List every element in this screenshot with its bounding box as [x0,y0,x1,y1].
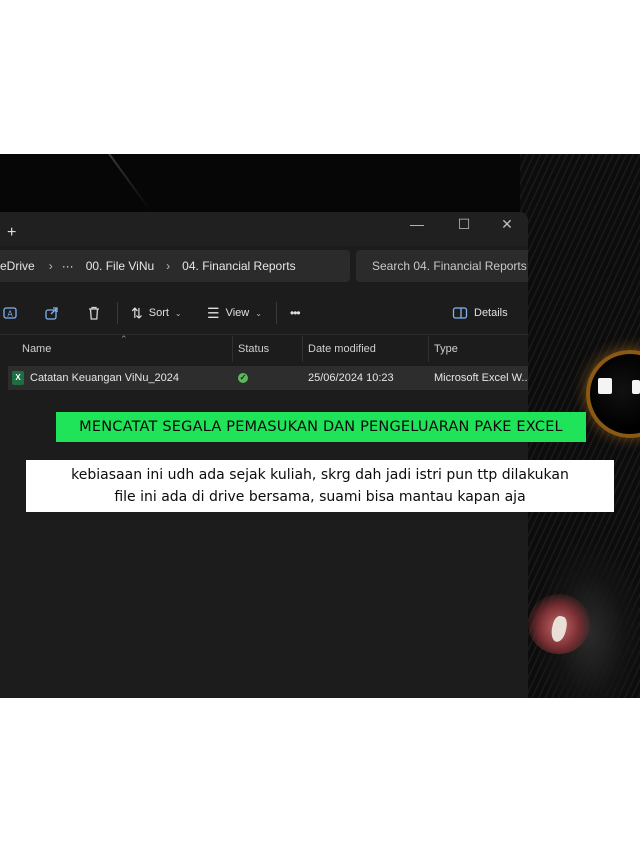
toolbar-divider [117,302,118,324]
breadcrumb-item[interactable]: eDrive [0,259,35,273]
cat-eye-glint [632,380,640,394]
chevron-right-icon: › [48,259,53,273]
title-bar: + — ☐ ✕ [0,212,528,246]
sort-ascending-icon: ⌃ [120,334,128,344]
column-header-date-modified[interactable]: Date modified [308,336,376,362]
sort-icon: ⇅ [131,304,143,321]
file-date-modified: 25/06/2024 10:23 [308,372,394,384]
file-type: Microsoft Excel W... [434,372,528,384]
sort-label: Sort [148,307,169,319]
more-options-button[interactable]: ••• [290,292,301,334]
details-pane-icon [452,307,468,319]
column-header-type[interactable]: Type [434,336,458,362]
address-bar: eDrive › ··· › 00. File ViNu › 04. Finan… [0,248,528,288]
new-tab-button[interactable]: + [7,224,16,242]
caption-line: kebiasaan ini udh ada sejak kuliah, skrg… [71,467,569,483]
details-label: Details [474,307,508,319]
rename-icon: A [3,307,17,319]
breadcrumb-item-current[interactable]: 04. Financial Reports [182,259,295,273]
column-header-name[interactable]: Name [22,336,51,362]
column-divider[interactable] [302,336,303,362]
column-divider[interactable] [428,336,429,362]
command-bar: A ⇅ Sort ⌄ ☰ View ⌄ ••• Details [0,292,528,335]
breadcrumb-overflow[interactable]: ··· [62,259,74,273]
column-header-row: ⌃ Name Status Date modified Type [0,334,528,362]
file-explorer-window: + — ☐ ✕ eDrive › ··· › 00. File ViNu › 0… [0,212,528,698]
view-button[interactable]: ☰ View ⌄ [207,292,262,334]
headline-banner: MENCATAT SEGALA PEMASUKAN DAN PENGELUARA… [56,412,586,442]
caption-line: file ini ada di drive bersama, suami bis… [114,489,526,505]
excel-file-icon: X [12,371,24,385]
search-input[interactable]: Search 04. Financial Reports [356,250,528,282]
close-button[interactable]: ✕ [497,216,517,233]
share-button[interactable] [44,292,60,334]
toolbar-divider [276,302,277,324]
rename-button[interactable]: A [2,292,18,334]
light-streak [108,154,151,211]
view-label: View [225,307,250,319]
breadcrumb-item[interactable]: 00. File ViNu [86,259,154,273]
caption-box: kebiasaan ini udh ada sejak kuliah, skrg… [26,460,614,512]
sort-button[interactable]: ⇅ Sort ⌄ [131,292,182,334]
cat-eye-glint [598,378,612,394]
file-row[interactable]: X Catatan Keuangan ViNu_2024 ✓ 25/06/202… [8,366,528,390]
chevron-right-icon: › [166,259,171,273]
chevron-down-icon: ⌄ [255,308,262,318]
column-divider[interactable] [232,336,233,362]
view-list-icon: ☰ [207,304,220,321]
svg-text:A: A [7,310,13,319]
delete-button[interactable] [86,292,102,334]
details-pane-button[interactable]: Details [452,292,508,334]
maximize-button[interactable]: ☐ [454,216,474,233]
minimize-button[interactable]: — [407,216,427,232]
chevron-down-icon: ⌄ [174,308,182,318]
file-name: Catatan Keuangan ViNu_2024 [30,372,180,384]
delete-icon [89,306,99,320]
synced-check-icon: ✓ [238,373,248,383]
share-icon [45,307,58,320]
breadcrumb[interactable]: eDrive › ··· › 00. File ViNu › 04. Finan… [0,250,350,282]
column-header-status[interactable]: Status [238,336,269,362]
